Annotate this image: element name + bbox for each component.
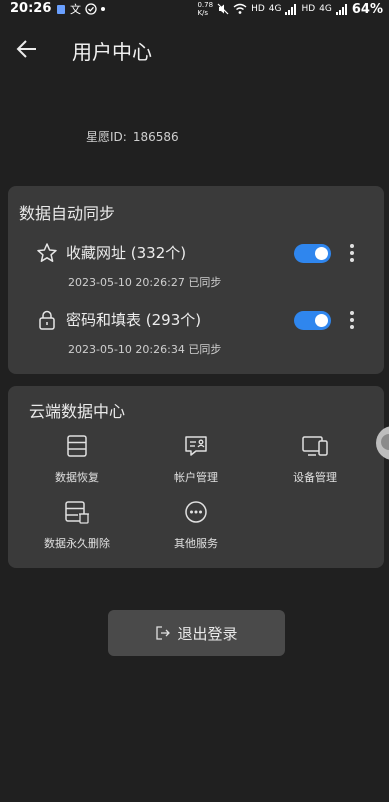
app-header: 用户中心	[0, 26, 389, 72]
wifi-icon	[233, 3, 247, 14]
more-options-icon[interactable]	[349, 309, 355, 331]
logout-label: 退出登录	[177, 624, 238, 643]
translate-icon: 文	[70, 3, 81, 16]
star-icon	[37, 243, 57, 262]
grid-item-label: 数据永久删除	[44, 537, 110, 550]
handle-icon	[381, 434, 389, 450]
account-manage-icon	[185, 436, 207, 456]
cloud-data-card: 云端数据中心 数据恢复 帐户管理 设备管理 数据永久删除 其他服务	[8, 386, 384, 568]
hd-label-1: HD	[251, 4, 265, 14]
device-manage-button[interactable]: 设备管理	[255, 432, 375, 485]
notification-app-icon	[57, 5, 65, 14]
hd-label-2: HD	[301, 4, 316, 14]
grid-item-label: 帐户管理	[174, 471, 218, 484]
signal-bars-icon	[285, 3, 297, 15]
status-time: 20:26	[10, 1, 52, 16]
user-id-row: 星愿ID: 186586	[86, 128, 179, 145]
sync-toggle-bookmarks[interactable]	[294, 244, 331, 263]
notification-dot-icon	[101, 7, 105, 11]
grid-item-label: 其他服务	[174, 537, 218, 550]
sync-timestamp: 2023-05-10 20:26:34 已同步	[68, 343, 222, 356]
sync-card-title: 数据自动同步	[19, 204, 116, 223]
more-services-button[interactable]: 其他服务	[136, 498, 256, 551]
sync-item-label: 收藏网址 (332个)	[66, 244, 187, 262]
status-right: 0.78 K/s HD 4G HD 4G 64%	[197, 1, 383, 17]
back-arrow-icon[interactable]	[14, 36, 40, 62]
sync-timestamp: 2023-05-10 20:26:27 已同步	[68, 276, 222, 289]
data-restore-icon	[67, 435, 87, 457]
sync-row-passwords[interactable]: 密码和填表 (293个) 2023-05-10 20:26:34 已同步	[8, 305, 384, 365]
toggle-knob	[315, 247, 328, 260]
net-speed: 0.78 K/s	[197, 1, 214, 17]
mute-icon	[217, 3, 229, 15]
sync-toggle-passwords[interactable]	[294, 311, 331, 330]
data-delete-icon	[65, 501, 89, 524]
more-services-icon	[185, 501, 207, 523]
toggle-knob	[315, 314, 328, 327]
more-options-icon[interactable]	[349, 242, 355, 264]
user-id-label: 星愿ID:	[86, 130, 127, 144]
signal-4g-2: 4G	[319, 4, 332, 14]
device-manage-icon	[302, 436, 328, 456]
lock-icon	[39, 310, 55, 330]
logout-icon	[156, 626, 171, 640]
battery-percent: 64%	[351, 1, 383, 17]
grid-item-label: 数据恢复	[55, 471, 99, 484]
notification-icons: 文	[56, 1, 105, 17]
sync-item-label: 密码和填表 (293个)	[66, 311, 202, 329]
signal-4g-1: 4G	[268, 4, 282, 14]
grid-item-label: 设备管理	[293, 471, 337, 484]
page-title: 用户中心	[72, 40, 152, 64]
signal-bars-2-icon	[335, 3, 347, 15]
account-manage-button[interactable]: 帐户管理	[136, 432, 256, 485]
data-delete-button[interactable]: 数据永久删除	[17, 498, 137, 551]
sync-row-bookmarks[interactable]: 收藏网址 (332个) 2023-05-10 20:26:27 已同步	[8, 238, 384, 298]
check-circle-icon	[85, 3, 97, 15]
user-id-value: 186586	[132, 130, 179, 144]
sync-card: 数据自动同步 收藏网址 (332个) 2023-05-10 20:26:27 已…	[8, 186, 384, 374]
logout-button[interactable]: 退出登录	[108, 610, 285, 656]
data-restore-button[interactable]: 数据恢复	[17, 432, 137, 485]
status-bar: 20:26 文 0.78 K/s HD 4G HD 4G 64%	[0, 0, 389, 18]
cloud-card-title: 云端数据中心	[29, 402, 126, 421]
